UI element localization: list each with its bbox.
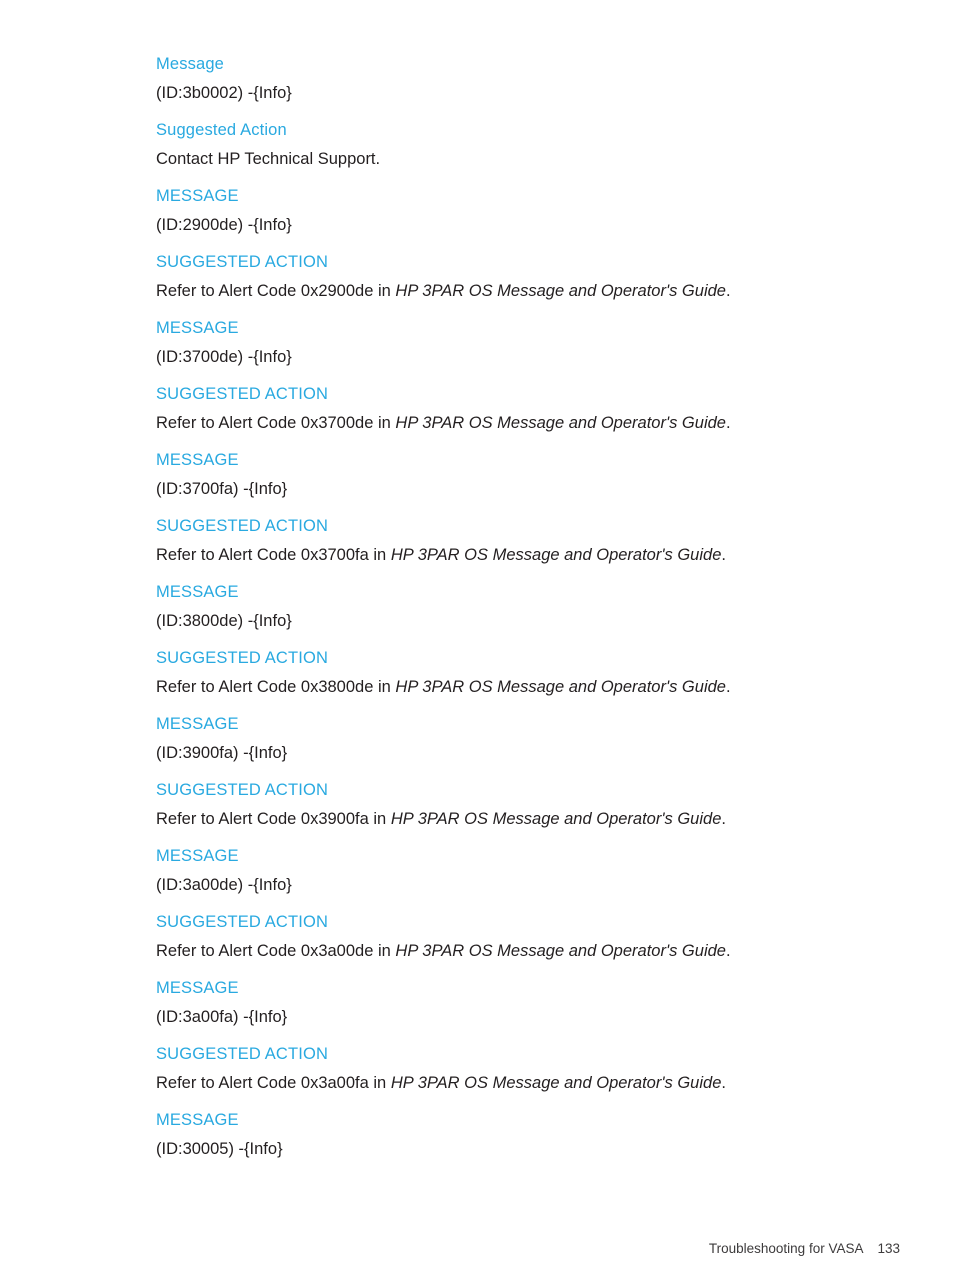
entry-body: (ID:3700fa) -{Info} [156,479,856,499]
entry-body-prefix: Refer to Alert Code 0x3700fa in [156,546,391,564]
page-footer: Troubleshooting for VASA 133 [0,1222,900,1276]
entry-heading: SUGGESTED ACTION [156,385,329,403]
entry-body-suffix: . [721,546,726,564]
entry-body: (ID:3700de) -{Info} [156,347,856,367]
entry-body-prefix: (ID:3a00de) -{Info} [156,876,292,894]
entry-body: (ID:3a00de) -{Info} [156,875,856,895]
entry-body-prefix: Contact HP Technical Support. [156,150,381,168]
entry-body-prefix: (ID:3900fa) -{Info} [156,744,288,762]
entry-heading: MESSAGE [156,451,239,469]
message-entry: SUGGESTED ACTION Refer to Alert Code 0x37… [156,516,856,565]
entry-heading: Suggested Action [156,121,287,139]
entry-heading: MESSAGE [156,187,239,205]
entry-body-prefix: Refer to Alert Code 0x3900fa in [156,810,391,828]
entry-body-prefix: Refer to Alert Code 0x2900de in [156,282,396,300]
entry-body-prefix: (ID:3700fa) -{Info} [156,480,288,498]
entry-heading: Message [156,55,225,73]
message-entry: MESSAGE (ID:3900fa) -{Info} [156,714,856,763]
message-entry: MESSAGE (ID:2900de) -{Info} [156,186,856,235]
entry-body: Refer to Alert Code 0x3700de in HP 3PAR … [156,413,856,433]
message-entry: Message (ID:3b0002) -{Info} [156,54,856,103]
entry-body: Refer to Alert Code 0x2900de in HP 3PAR … [156,281,856,301]
entry-body-reference-title: HP 3PAR OS Message and Operator's Guide [395,678,726,696]
message-entry: SUGGESTED ACTION Refer to Alert Code 0x3a… [156,1044,856,1093]
entry-body-prefix: (ID:30005) -{Info} [156,1140,283,1158]
entry-body-suffix: . [725,942,731,960]
message-entry: MESSAGE (ID:3a00de) -{Info} [156,846,856,895]
entry-body: Refer to Alert Code 0x3a00de in HP 3PAR … [156,941,856,961]
entry-body-suffix: . [725,414,731,432]
entry-body: (ID:3a00fa) -{Info} [156,1007,856,1027]
entry-heading: MESSAGE [156,847,239,865]
message-entry: MESSAGE (ID:3800de) -{Info} [156,582,856,631]
entry-heading: MESSAGE [156,979,239,997]
entry-body: Refer to Alert Code 0x3800de in HP 3PAR … [156,677,856,697]
entry-heading: SUGGESTED ACTION [156,649,329,667]
entry-body-reference-title: HP 3PAR OS Message and Operator's Guide [390,1074,722,1092]
entry-body: Refer to Alert Code 0x3700fa in HP 3PAR … [156,545,856,565]
entry-body: (ID:2900de) -{Info} [156,215,856,235]
footer-title: Troubleshooting for VASA [708,1241,864,1256]
entry-heading: MESSAGE [156,1111,239,1129]
entry-body-prefix: Refer to Alert Code 0x3a00fa in [156,1074,391,1092]
entry-heading: MESSAGE [156,715,239,733]
footer-page-number: 133 [877,1241,900,1256]
entry-heading: MESSAGE [156,319,239,337]
message-entry: SUGGESTED ACTION Refer to Alert Code 0x29… [156,252,856,301]
document-page: Message (ID:3b0002) -{Info} Suggested Acti… [0,0,954,1271]
entry-body: Contact HP Technical Support. [156,149,856,169]
message-entry: SUGGESTED ACTION Refer to Alert Code 0x37… [156,384,856,433]
entry-body-reference-title: HP 3PAR OS Message and Operator's Guide [395,282,726,300]
message-entry: MESSAGE (ID:3700de) -{Info} [156,318,856,367]
message-entry: MESSAGE (ID:30005) -{Info} [156,1110,856,1159]
entry-body-reference-title: HP 3PAR OS Message and Operator's Guide [395,414,726,432]
message-entry: SUGGESTED ACTION Refer to Alert Code 0x39… [156,780,856,829]
entry-body-prefix: Refer to Alert Code 0x3a00de in [156,942,396,960]
entry-heading: SUGGESTED ACTION [156,517,329,535]
entry-body: (ID:3900fa) -{Info} [156,743,856,763]
entry-body-reference-title: HP 3PAR OS Message and Operator's Guide [390,546,722,564]
entry-body-suffix: . [725,282,731,300]
entry-body-prefix: (ID:3800de) -{Info} [156,612,292,630]
entry-heading: SUGGESTED ACTION [156,913,329,931]
message-entry: MESSAGE (ID:3700fa) -{Info} [156,450,856,499]
entry-heading: SUGGESTED ACTION [156,1045,329,1063]
entry-heading: SUGGESTED ACTION [156,781,329,799]
entry-heading: MESSAGE [156,583,239,601]
entry-body: Refer to Alert Code 0x3a00fa in HP 3PAR … [156,1073,856,1093]
message-entry: MESSAGE (ID:3a00fa) -{Info} [156,978,856,1027]
entry-body: (ID:3800de) -{Info} [156,611,856,631]
entry-body: (ID:30005) -{Info} [156,1139,856,1159]
entry-body-suffix: . [721,810,726,828]
entry-body-suffix: . [725,678,731,696]
entry-body-reference-title: HP 3PAR OS Message and Operator's Guide [390,810,722,828]
entry-body-prefix: (ID:3700de) -{Info} [156,348,292,366]
message-entry: Suggested Action Contact HP Technical Sup… [156,120,856,169]
entry-body: (ID:3b0002) -{Info} [156,83,856,103]
entry-body-prefix: (ID:3b0002) -{Info} [156,84,292,102]
message-entry: SUGGESTED ACTION Refer to Alert Code 0x38… [156,648,856,697]
entry-body-prefix: Refer to Alert Code 0x3800de in [156,678,396,696]
entry-body-suffix: . [721,1074,726,1092]
message-entry: SUGGESTED ACTION Refer to Alert Code 0x3a… [156,912,856,961]
entry-body: Refer to Alert Code 0x3900fa in HP 3PAR … [156,809,856,829]
entry-body-prefix: (ID:3a00fa) -{Info} [156,1008,288,1026]
entry-body-prefix: (ID:2900de) -{Info} [156,216,292,234]
entry-heading: SUGGESTED ACTION [156,253,329,271]
entry-body-prefix: Refer to Alert Code 0x3700de in [156,414,396,432]
entry-body-reference-title: HP 3PAR OS Message and Operator's Guide [395,942,726,960]
page-content: Message (ID:3b0002) -{Info} Suggested Acti… [156,54,856,1159]
